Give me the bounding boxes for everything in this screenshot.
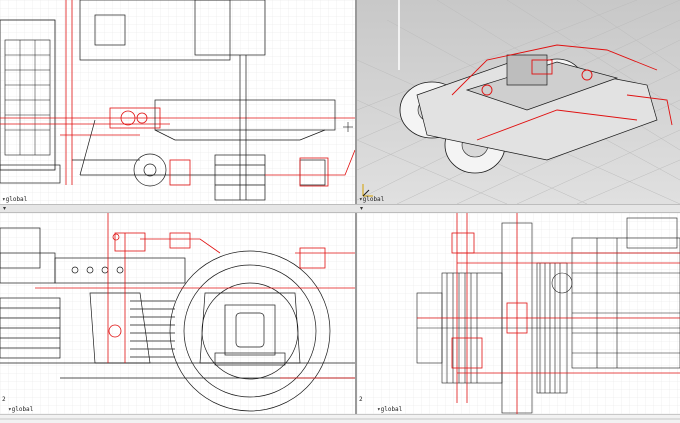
viewport-bottom-left[interactable]: 2 ▾global xyxy=(0,213,355,414)
viewport-top-left[interactable]: ▾global xyxy=(0,0,355,204)
bottom-right-drawing xyxy=(357,213,680,414)
viewport-arrow-icon[interactable]: ▾ xyxy=(360,205,363,212)
top-left-drawing xyxy=(0,0,355,204)
viewport-bottom-right[interactable]: 2 ▾global xyxy=(357,213,680,414)
viewport-tab-strip[interactable]: ▾ ▾ xyxy=(0,204,680,213)
perspective-drawing xyxy=(357,0,680,204)
axis-label: 2 xyxy=(2,396,6,403)
viewport-label: ▾global xyxy=(377,406,403,413)
viewport-arrow-icon[interactable]: ▾ xyxy=(3,205,6,212)
bottom-ruler xyxy=(0,414,680,423)
viewport-top-right[interactable]: ▾global xyxy=(357,0,680,204)
axis-label: 2 xyxy=(359,396,363,403)
viewport-label: ▾global xyxy=(8,406,34,413)
viewport-label: ▾global xyxy=(359,196,385,203)
viewport-label: ▾global xyxy=(2,196,28,203)
bottom-left-drawing xyxy=(0,213,355,414)
